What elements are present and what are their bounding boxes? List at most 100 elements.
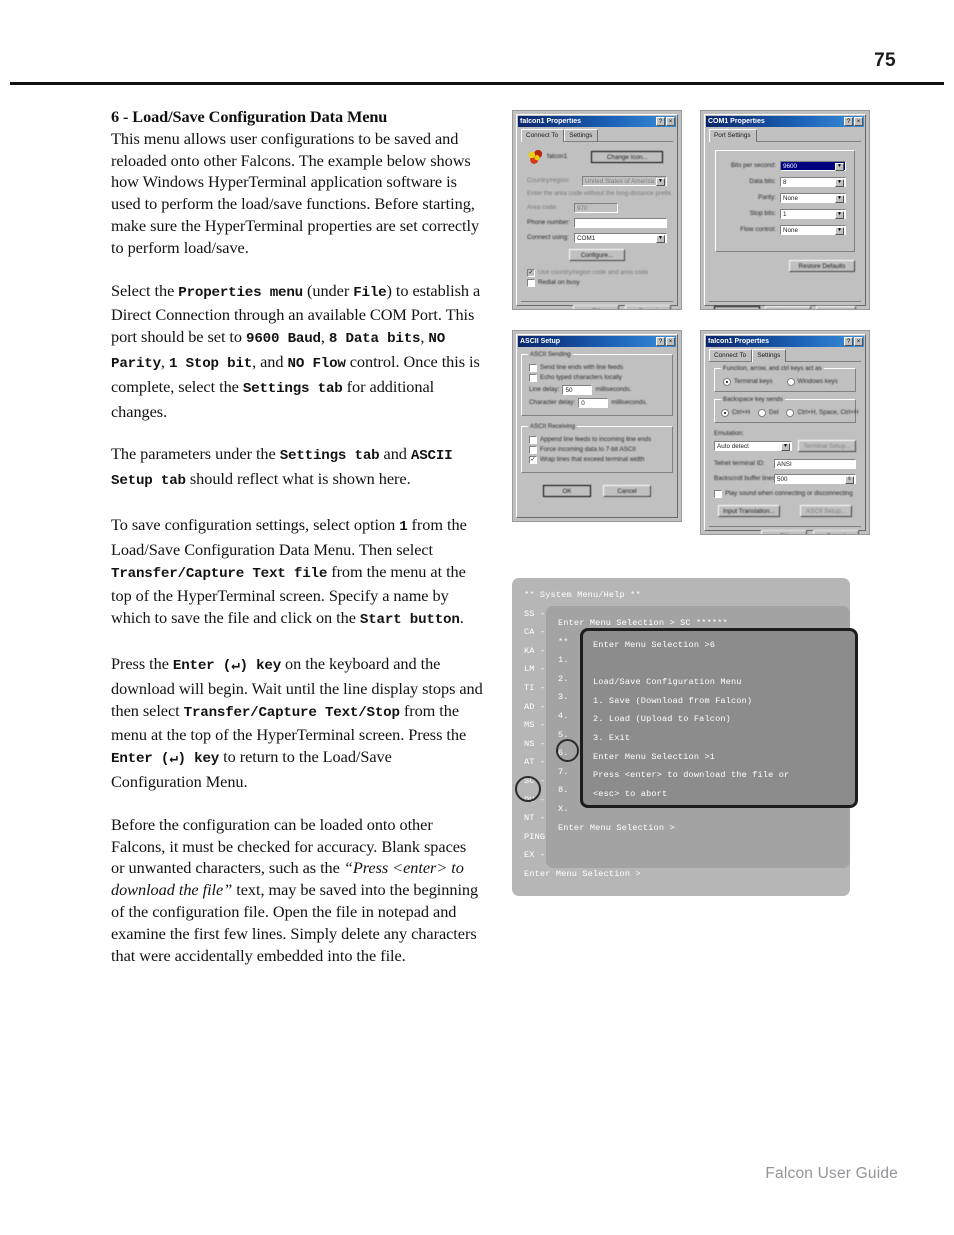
help-button[interactable]: ? xyxy=(656,117,665,126)
change-icon-button[interactable]: Change Icon... xyxy=(591,151,664,163)
area-code-field[interactable]: 970 xyxy=(574,203,618,213)
help-button[interactable]: ? xyxy=(656,337,665,346)
country-combo[interactable]: United States of America (1) ▼ xyxy=(582,176,667,186)
send-line-ends-checkbox[interactable]: Send line ends with line feeds xyxy=(529,364,666,372)
chevron-down-icon[interactable]: ▼ xyxy=(656,178,665,186)
close-icon[interactable]: × xyxy=(666,117,675,126)
append-line-feeds-checkbox[interactable]: Append line feeds to incoming line ends xyxy=(529,436,666,444)
close-icon[interactable]: × xyxy=(854,337,863,346)
port-setting-value: None xyxy=(783,226,799,234)
phone-number-field[interactable] xyxy=(574,218,667,228)
force-7bit-label: Force incoming data to 7-bit ASCII xyxy=(540,446,636,453)
radio-terminal-keys-label: Terminal keys xyxy=(734,378,773,385)
radio-ctrl-h[interactable]: Ctrl+H xyxy=(721,409,750,417)
tabstrip: Connect To Settings xyxy=(521,129,673,142)
cancel-button[interactable]: Cancel xyxy=(603,485,651,497)
tab-settings[interactable]: Settings xyxy=(564,129,599,141)
port-setting-label: Flow control: xyxy=(740,226,776,233)
port-setting-combo[interactable]: 1 ▼ xyxy=(780,209,846,219)
chevron-down-icon[interactable]: ▼ xyxy=(835,211,844,219)
chevron-down-icon[interactable]: ▼ xyxy=(781,443,790,451)
close-icon[interactable]: × xyxy=(854,117,863,126)
radio-ctrl-h-label: Ctrl+H xyxy=(732,409,751,416)
terminal-setup-button[interactable]: Terminal Setup... xyxy=(798,440,856,452)
chevron-down-icon[interactable]: ▼ xyxy=(835,163,844,171)
terminal-front-line: Load/Save Configuration Menu xyxy=(593,677,742,688)
cancel-button[interactable]: Cancel xyxy=(625,305,671,309)
ascii-setup-button[interactable]: ASCII Setup... xyxy=(800,505,852,517)
tabstrip: Connect To Settings xyxy=(709,349,861,362)
tab-connect-to[interactable]: Connect To xyxy=(709,349,753,361)
use-country-code-checkbox[interactable]: ✓ Use country/region code and area code xyxy=(527,269,667,277)
char-delay-field[interactable]: 0 xyxy=(578,398,609,408)
chevron-down-icon[interactable]: ▼ xyxy=(835,195,844,203)
port-setting-row: Data bits: 8 ▼ xyxy=(720,177,846,187)
telnet-id-value: ANSI xyxy=(777,460,792,468)
port-setting-combo[interactable]: None ▼ xyxy=(780,225,846,235)
titlebar-ascii-setup: ASCII Setup ? × xyxy=(518,336,676,347)
port-setting-value: 8 xyxy=(783,178,787,186)
port-setting-row: Parity: None ▼ xyxy=(720,193,846,203)
cancel-button[interactable]: Cancel xyxy=(765,306,811,309)
radio-icon xyxy=(786,409,795,417)
backscroll-spinner[interactable]: 500 ⇳ xyxy=(774,474,856,484)
port-setting-combo[interactable]: None ▼ xyxy=(780,193,846,203)
chevron-down-icon[interactable]: ▼ xyxy=(835,179,844,187)
ok-button[interactable]: OK xyxy=(573,305,619,309)
echo-typed-checkbox[interactable]: Echo typed characters locally xyxy=(529,374,666,382)
ok-button[interactable]: OK xyxy=(543,485,591,497)
tab-connect-to[interactable]: Connect To xyxy=(521,129,565,142)
ok-button[interactable]: OK xyxy=(714,306,760,309)
close-icon[interactable]: × xyxy=(666,337,675,346)
emulation-combo[interactable]: Auto detect ▼ xyxy=(714,441,792,451)
radio-windows-keys[interactable]: Windows keys xyxy=(786,378,838,386)
ok-button[interactable]: OK xyxy=(761,530,807,534)
force-7bit-checkbox[interactable]: Force incoming data to 7-bit ASCII xyxy=(529,446,666,454)
tab-port-settings[interactable]: Port Settings xyxy=(709,129,757,142)
radio-icon xyxy=(721,409,729,417)
redial-on-busy-checkbox[interactable]: Redial on busy xyxy=(527,279,667,287)
connect-using-combo[interactable]: COM1 ▼ xyxy=(574,233,667,243)
restore-defaults-button[interactable]: Restore Defaults xyxy=(789,260,855,272)
phone-number-label: Phone number: xyxy=(527,219,571,226)
input-translation-button[interactable]: Input Translation... xyxy=(718,505,780,517)
apply-button[interactable]: Apply xyxy=(816,306,856,309)
radio-del[interactable]: Del xyxy=(758,409,778,417)
terminal-front-line: Press <enter> to download the file or xyxy=(593,770,790,781)
text-run-normal: and xyxy=(379,444,411,464)
help-button[interactable]: ? xyxy=(844,117,853,126)
cancel-button[interactable]: Cancel xyxy=(813,530,859,534)
paragraph-p6: Before the configuration can be loaded o… xyxy=(111,814,483,967)
port-setting-value: 1 xyxy=(783,210,787,218)
wrap-lines-checkbox[interactable]: ✓ Wrap lines that exceed terminal width xyxy=(529,456,666,464)
play-sound-checkbox[interactable]: Play sound when connecting or disconnect… xyxy=(714,490,856,498)
radio-terminal-keys[interactable]: Terminal keys xyxy=(723,378,773,386)
section-heading: 6 - Load/Save Configuration Data Menu xyxy=(111,107,388,126)
window-title: falcon1 Properties xyxy=(520,118,582,125)
line-delay-value: 50 xyxy=(565,386,573,394)
text-run-normal: Select the xyxy=(111,280,179,300)
send-line-ends-label: Send line ends with line feeds xyxy=(540,364,624,371)
text-run-mono: Start button xyxy=(359,612,460,629)
radio-ctrl-h-space[interactable]: Ctrl+H, Space, Ctrl+H xyxy=(786,409,858,417)
telnet-id-field[interactable]: ANSI xyxy=(774,459,856,469)
ascii-receiving-title: ASCII Receiving xyxy=(528,423,578,430)
line-delay-field[interactable]: 50 xyxy=(562,385,593,395)
echo-typed-label: Echo typed characters locally xyxy=(540,374,622,381)
configure-button[interactable]: Configure... xyxy=(569,249,625,261)
spinner-icon[interactable]: ⇳ xyxy=(845,476,854,484)
port-setting-combo[interactable]: 9600 ▼ xyxy=(780,161,846,171)
port-setting-combo[interactable]: 8 ▼ xyxy=(780,177,846,187)
chevron-down-icon[interactable]: ▼ xyxy=(656,235,665,243)
checkbox-icon xyxy=(529,374,537,382)
line-delay-label: Line delay: xyxy=(529,386,560,393)
function-keys-group: Function, arrow, and ctrl keys act as Te… xyxy=(714,365,856,392)
text-run-normal: should reflect what is shown here. xyxy=(185,469,411,489)
tab-settings[interactable]: Settings xyxy=(752,349,787,362)
radio-windows-keys-label: Windows keys xyxy=(797,378,838,385)
terminal-front-line: Enter Menu Selection >1 xyxy=(593,751,716,762)
chevron-down-icon[interactable]: ▼ xyxy=(835,227,844,235)
help-button[interactable]: ? xyxy=(844,337,853,346)
